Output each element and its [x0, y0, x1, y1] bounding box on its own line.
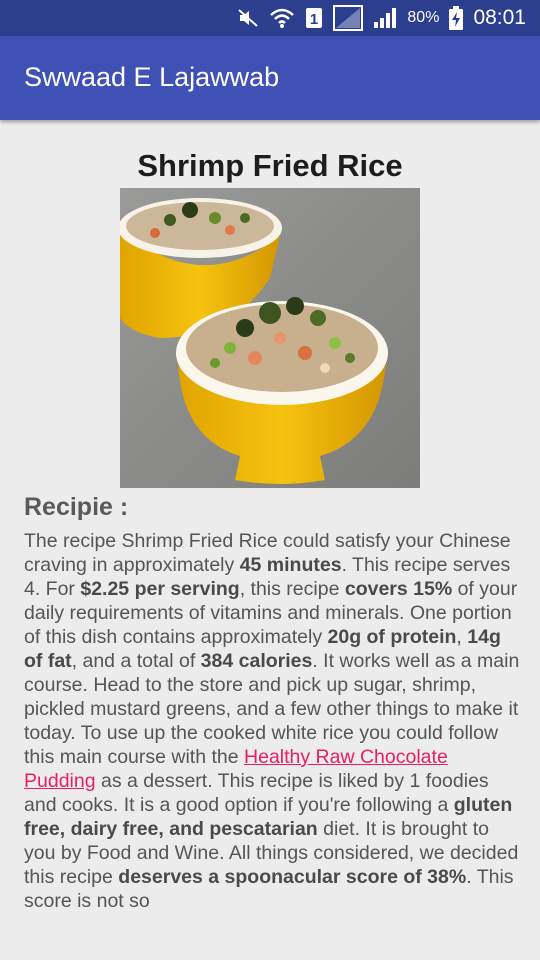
wifi-icon [269, 7, 295, 29]
status-bar: 1 80% 08:01 [0, 0, 540, 36]
battery-charging-icon [449, 6, 464, 30]
recipe-description: The recipe Shrimp Fried Rice could satis… [24, 529, 524, 939]
status-icons: 1 80% 08:01 [237, 0, 526, 36]
recipe-highlight: covers 15% [344, 578, 453, 600]
recipe-highlight: 20g of protein [327, 626, 457, 648]
battery-percent: 80% [407, 9, 440, 26]
recipe-text: , this recipe [239, 578, 345, 600]
recipe-section-heading: Recipie : [24, 493, 129, 521]
svg-text:1: 1 [310, 11, 318, 28]
shrimp-fried-rice-photo [120, 188, 420, 488]
app-title: Swwaad E Lajawwab [24, 62, 280, 92]
recipe-title: Shrimp Fried Rice [137, 148, 403, 183]
recipe-image [120, 188, 420, 488]
recipe-highlight: $2.25 per serving [80, 578, 240, 600]
no-signal-icon [333, 5, 364, 31]
recipe-highlight: deserves a spoonacular score of 38% [118, 866, 467, 888]
signal-icon [373, 7, 397, 29]
clock: 08:01 [473, 6, 526, 29]
recipe-highlight: 45 minutes [239, 554, 342, 576]
recipe-text: , [456, 626, 468, 648]
app-bar: Swwaad E Lajawwab [0, 36, 540, 120]
recipe-highlight: 384 calories [200, 650, 313, 672]
sim-1-icon: 1 [305, 7, 323, 29]
mute-icon [237, 8, 259, 28]
recipe-text: , and a total of [71, 650, 201, 672]
